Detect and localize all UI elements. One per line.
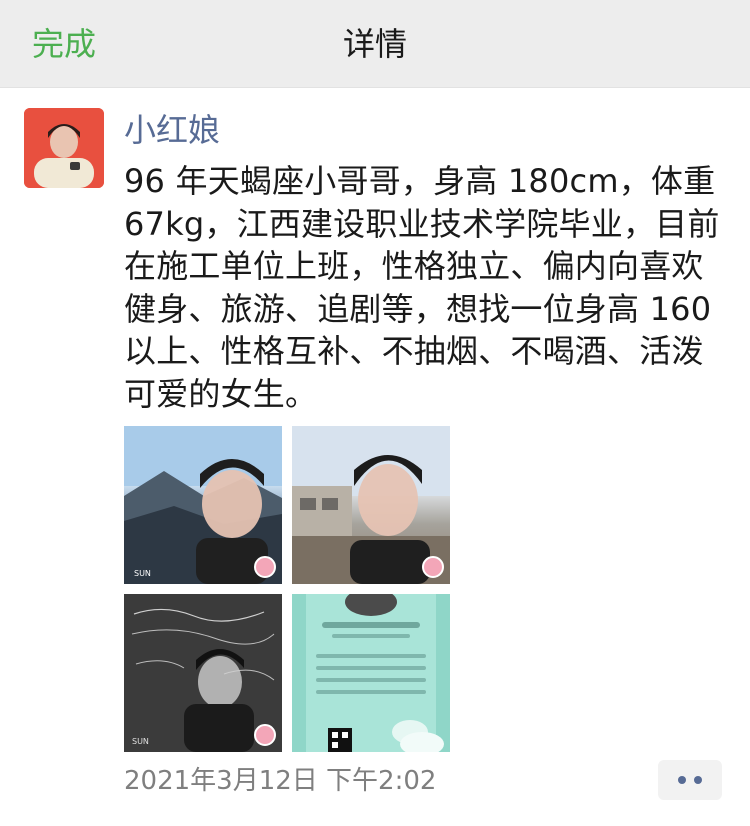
more-actions-button[interactable] xyxy=(658,760,722,800)
author-name[interactable]: 小红娘 xyxy=(124,110,220,150)
svg-text:SUN: SUN xyxy=(134,569,151,578)
photo-1[interactable]: SUN xyxy=(124,426,282,584)
photo-grid: SUN SUN xyxy=(124,426,452,754)
post-timestamp: 2021年3月12日 下午2:02 xyxy=(124,766,437,796)
post-content: 96 年天蝎座小哥哥，身高 180cm，体重 67kg，江西建设职业技术学院毕业… xyxy=(124,162,720,413)
moment-post: 小红娘 96 年天蝎座小哥哥，身高 180cm，体重 67kg，江西建设职业技术… xyxy=(0,88,750,826)
photo-2[interactable] xyxy=(292,426,450,584)
avatar[interactable] xyxy=(24,108,104,188)
svg-text:SUN: SUN xyxy=(132,737,149,746)
photo-4-image xyxy=(292,594,450,752)
photo-4[interactable] xyxy=(292,594,450,752)
heart-badge-icon xyxy=(422,556,444,578)
photo-3[interactable]: SUN xyxy=(124,594,282,752)
heart-badge-icon xyxy=(254,556,276,578)
avatar-image xyxy=(24,108,104,188)
dot-icon xyxy=(694,776,702,784)
navbar: 完成 详情 xyxy=(0,0,750,88)
page-title: 详情 xyxy=(342,25,407,63)
heart-badge-icon xyxy=(254,724,276,746)
dot-icon xyxy=(678,776,686,784)
